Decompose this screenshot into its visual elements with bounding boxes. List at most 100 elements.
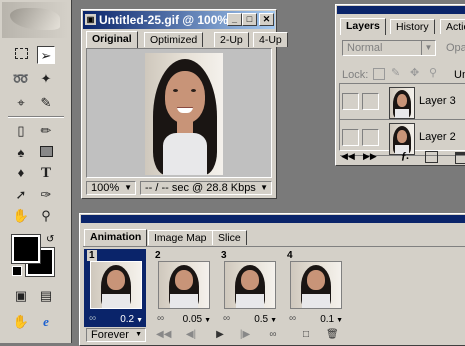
eyedropper-icon[interactable]: ➚ [12,186,30,204]
move-icon[interactable]: ➢ [37,46,55,64]
unify-label: Un [454,69,465,81]
loop-value: Forever [91,329,129,341]
chevron-down-icon: ▼ [334,317,343,324]
minimize-button[interactable]: _ [227,13,242,26]
frame-delay-value: 0.2 [120,314,135,325]
animation-frame[interactable]: 2 ∞ 0.05 ▼ [152,249,214,327]
tab-original[interactable]: Original [86,31,138,48]
lock-transparency-icon[interactable] [373,68,385,80]
swap-colors-icon[interactable]: ↺ [46,234,54,245]
previous-frame-button[interactable]: ◀| [184,329,198,341]
layer-visibility-toggle[interactable] [342,129,359,146]
frame-delay[interactable]: 0.5 ▼ [254,314,277,325]
maximize-button[interactable]: □ [242,13,257,26]
scroll-left-icon[interactable]: ◀◀ [341,151,355,162]
tab-animation[interactable]: Animation [84,229,148,246]
default-colors-icon[interactable] [12,266,22,276]
document-titlebar[interactable]: ▣ Untitled-25.gif @ 100% (... _ □ ✕ [83,11,275,29]
layers-tabs: Layers History Actio [340,18,465,35]
crop-icon[interactable]: ⌖ [12,94,30,112]
tab-optimized[interactable]: Optimized [144,32,204,47]
download-time-select[interactable]: -- / -- sec @ 28.8 Kbps ▼ [140,181,272,195]
zoom-select[interactable]: 100% ▼ [86,181,136,195]
zoom-icon[interactable]: ⚲ [37,207,55,225]
bucket-icon[interactable]: ♦ [12,164,30,182]
play-button[interactable]: ▶ [214,329,226,341]
foreground-color-swatch[interactable] [11,234,41,264]
toolbox-header[interactable] [2,2,68,38]
lasso-icon[interactable]: ➿ [12,70,30,88]
rectangle-icon[interactable] [37,144,55,162]
frame-delay[interactable]: 0.1 ▼ [320,314,343,325]
layer-link-toggle[interactable] [362,129,379,146]
first-frame-button[interactable]: ◀◀ [156,329,171,341]
tab-4-up[interactable]: 4-Up [253,32,288,47]
hand-tool-bottom-icon[interactable]: ✋ [12,313,30,331]
tab-actions[interactable]: Actio [440,19,465,34]
new-set-icon[interactable] [455,152,465,164]
quick-mask-icon[interactable]: ▣ [12,287,30,305]
chevron-down-icon: ▼ [135,331,142,338]
tab-history[interactable]: History [390,19,435,34]
toolbox-divider [8,116,64,118]
frame-number: 4 [287,250,293,261]
layers-list: Layer 3 Layer 2 [339,83,465,156]
lock-position-icon[interactable]: ✥ [410,66,419,79]
hand-icon[interactable]: ✋ [12,207,30,225]
eraser-icon[interactable]: ▯ [12,122,30,140]
add-mask-icon[interactable] [425,151,438,163]
frame-delay-value: 0.1 [320,314,335,325]
frame-number: 1 [87,250,97,261]
stamp-icon[interactable]: ♠ [12,144,30,162]
frame-delay[interactable]: 0.2 ▼ [120,314,143,325]
frame-thumbnail [158,261,210,309]
gif-file-icon: ▣ [85,14,96,25]
layers-panel: Layers History Actio Normal ▼ Opa Lock: … [335,4,465,166]
browser-icon[interactable]: e [37,313,55,331]
tween-button[interactable]: ∞ [266,329,280,341]
layers-panel-titlebar[interactable] [337,6,465,14]
chevron-down-icon: ▼ [202,317,211,324]
blend-mode-select[interactable]: Normal ▼ [342,40,436,56]
tween-icon[interactable]: ∞ [289,313,296,324]
layer-name: Layer 3 [419,95,456,107]
frame-thumbnail [224,261,276,309]
slice-icon[interactable]: ✎ [37,94,55,112]
next-frame-button[interactable]: |▶ [238,329,252,341]
animation-panel-titlebar[interactable] [81,215,465,223]
frame-thumbnail [90,261,142,309]
layer-style-icon[interactable]: ƒ. [401,150,409,162]
scroll-right-icon[interactable]: ▶▶ [363,151,377,162]
frame-delay[interactable]: 0.05 ▼ [183,314,211,325]
close-button[interactable]: ✕ [259,13,274,26]
chevron-down-icon: ▼ [134,317,143,324]
tween-icon[interactable]: ∞ [223,313,230,324]
tab-image-map[interactable]: Image Map [148,230,213,245]
tab-2-up[interactable]: 2-Up [214,32,249,47]
pen-icon[interactable]: ✑ [37,186,55,204]
tab-slice[interactable]: Slice [212,230,247,245]
tween-icon[interactable]: ∞ [157,313,164,324]
lock-image-icon[interactable]: ✎ [391,66,400,79]
animation-frame[interactable]: 1 ∞ 0.2 ▼ [84,249,146,327]
layer-visibility-toggle[interactable] [342,93,359,110]
marquee-icon[interactable] [12,46,30,64]
duplicate-frame-button[interactable]: □ [300,329,312,341]
view-tabs: Original Optimized 2-Up 4-Up [86,31,288,48]
lock-all-icon[interactable]: ⚲ [429,66,437,79]
tween-icon[interactable]: ∞ [89,313,96,324]
screen-mode-icon[interactable]: ▤ [37,287,55,305]
canvas-area[interactable] [86,48,272,178]
magic-wand-icon[interactable]: ✦ [37,70,55,88]
tab-layers[interactable]: Layers [340,18,386,35]
loop-select[interactable]: Forever ▼ [86,328,146,342]
brush-icon[interactable]: ✏ [37,122,55,140]
animation-frame[interactable]: 3 ∞ 0.5 ▼ [218,249,280,327]
layer-row[interactable]: Layer 3 [340,84,465,120]
animation-frame[interactable]: 4 ∞ 0.1 ▼ [284,249,346,327]
chevron-down-icon: ▼ [421,41,435,55]
type-icon[interactable]: T [37,164,55,182]
layer-link-toggle[interactable] [362,93,379,110]
delete-frame-button[interactable]: 🗑 [326,329,339,341]
frame-thumbnail [290,261,342,309]
